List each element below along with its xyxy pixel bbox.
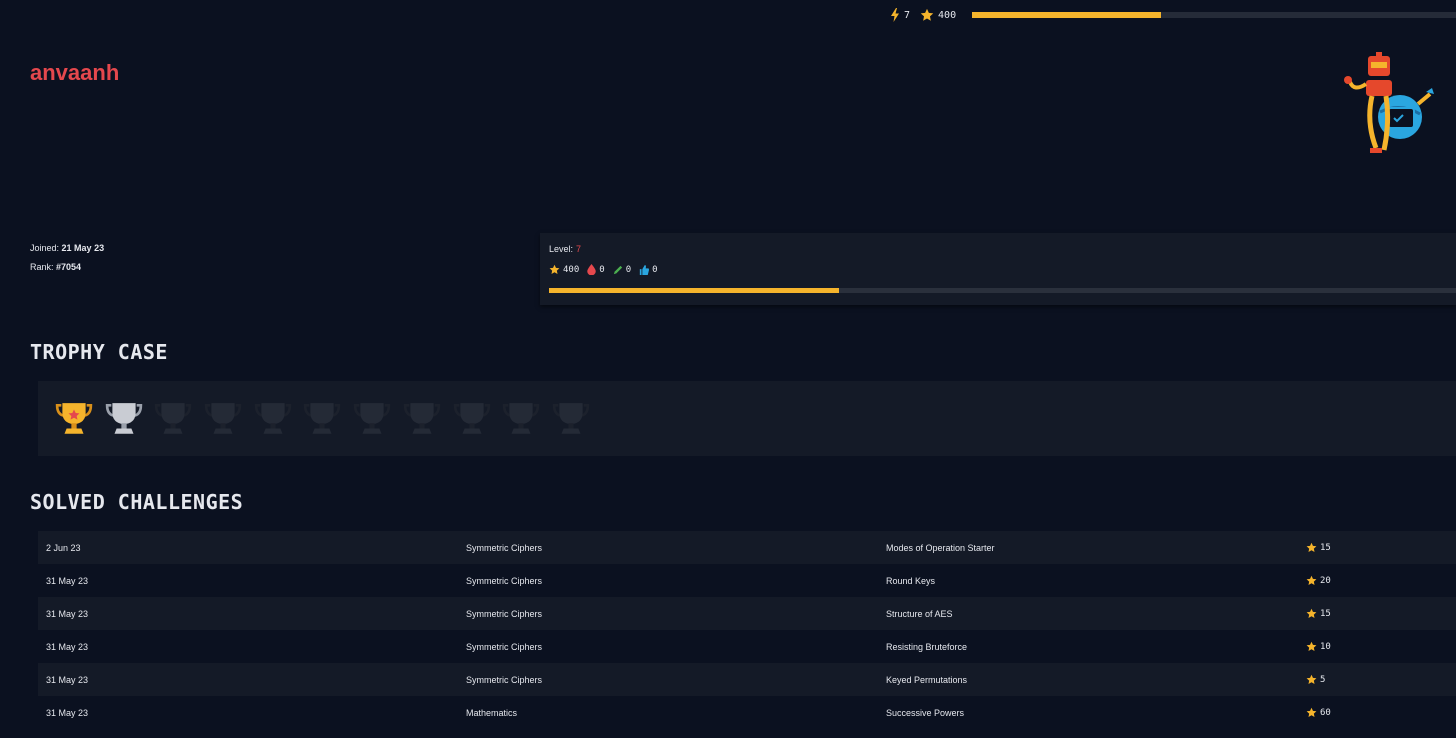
username: anvaanh (30, 60, 120, 85)
trophy-locked-icon[interactable] (551, 399, 591, 439)
level-value: 7 (576, 244, 582, 254)
row-challenge-name[interactable]: Successive Powers (878, 708, 1298, 718)
rank-label: Rank: (30, 262, 54, 272)
trophy-gold-icon[interactable] (54, 399, 94, 439)
row-points: 15 (1298, 542, 1331, 553)
star-icon (1306, 542, 1317, 552)
row-challenge-name[interactable]: Resisting Bruteforce (878, 642, 1298, 652)
row-points-value: 15 (1320, 608, 1331, 619)
row-category[interactable]: Symmetric Ciphers (458, 675, 878, 685)
level-stats: 400 0 0 0 (549, 264, 666, 275)
solved-challenges-title: SOLVED CHALLENGES (30, 490, 244, 514)
row-category[interactable]: Symmetric Ciphers (458, 576, 878, 586)
level-progress-fill (549, 288, 840, 293)
likes-value: 0 (652, 264, 658, 275)
table-row[interactable]: 31 May 23 Symmetric Ciphers Round Keys 2… (38, 564, 1456, 597)
xp-progress-bar (972, 12, 1456, 18)
row-date: 31 May 23 (46, 674, 89, 685)
likes-stat: 0 (639, 264, 658, 275)
row-date: 31 May 23 (46, 608, 89, 619)
row-challenge-name[interactable]: Modes of Operation Starter (878, 543, 1298, 553)
star-icon (1306, 674, 1317, 684)
solved-challenges-table: 2 Jun 23 Symmetric Ciphers Modes of Oper… (38, 531, 1456, 729)
row-points: 5 (1298, 674, 1325, 685)
trophy-locked-icon[interactable] (153, 399, 193, 439)
trophy-locked-icon[interactable] (302, 399, 342, 439)
top-stats-bar: 7 400 (890, 6, 1456, 24)
level-progress-bar (549, 288, 1456, 293)
row-points: 15 (1298, 608, 1331, 619)
table-row[interactable]: 31 May 23 Symmetric Ciphers Resisting Br… (38, 630, 1456, 663)
row-challenge-name[interactable]: Keyed Permutations (878, 675, 1298, 685)
row-category[interactable]: Symmetric Ciphers (458, 609, 878, 619)
trophy-silver-icon[interactable] (104, 399, 144, 439)
lightning-icon (891, 8, 899, 22)
table-row[interactable]: 31 May 23 Mathematics Successive Powers … (38, 696, 1456, 729)
table-row[interactable]: 31 May 23 Symmetric Ciphers Structure of… (38, 597, 1456, 630)
row-points-value: 20 (1320, 575, 1331, 586)
row-points-value: 15 (1320, 542, 1331, 553)
star-icon (1306, 707, 1317, 717)
level-points-stat: 400 (549, 264, 579, 275)
row-points: 10 (1298, 641, 1331, 652)
rank-value: #7054 (56, 262, 82, 272)
star-icon (549, 264, 560, 274)
profile-meta: Joined: 21 May 23 Rank: #7054 (30, 239, 104, 277)
row-challenge-name[interactable]: Structure of AES (878, 609, 1298, 619)
row-date: 31 May 23 (46, 641, 89, 652)
trophy-locked-icon[interactable] (253, 399, 293, 439)
trophy-locked-icon[interactable] (352, 399, 392, 439)
row-category[interactable]: Symmetric Ciphers (458, 642, 878, 652)
level-points: 400 (563, 264, 580, 275)
xp-progress-fill (972, 12, 1161, 18)
joined-label: Joined: (30, 243, 60, 253)
joined-date: 21 May 23 (61, 243, 105, 253)
points-stat: 400 (920, 8, 956, 22)
robot-avatar (1344, 52, 1434, 153)
joined-row: Joined: 21 May 23 (30, 239, 104, 258)
posts-stat: 0 (613, 265, 631, 275)
posts-value: 0 (625, 264, 632, 275)
trophy-locked-icon[interactable] (452, 399, 492, 439)
bloods-stat: 0 (587, 264, 605, 275)
star-icon (1306, 575, 1317, 585)
rank-row: Rank: #7054 (30, 258, 104, 277)
level-card: Level: 7 400 0 0 0 (540, 233, 1456, 305)
streak-stat: 7 (890, 8, 910, 22)
star-icon (1306, 641, 1317, 651)
row-date: 31 May 23 (46, 707, 89, 718)
row-challenge-name[interactable]: Round Keys (878, 576, 1298, 586)
table-row[interactable]: 31 May 23 Symmetric Ciphers Keyed Permut… (38, 663, 1456, 696)
blood-drop-icon (587, 264, 596, 275)
profile-page: 7 400 anvaanh Joined: 21 May 23 Rank: #7… (0, 0, 1456, 738)
trophy-case (38, 381, 1456, 456)
table-row[interactable]: 2 Jun 23 Symmetric Ciphers Modes of Oper… (38, 531, 1456, 564)
star-icon (920, 8, 934, 21)
points-value: 400 (938, 9, 957, 21)
level-row: Level: 7 (549, 244, 581, 254)
bloods-value: 0 (599, 264, 605, 275)
row-points-value: 10 (1320, 641, 1331, 652)
thumbs-up-icon (639, 264, 650, 275)
row-category[interactable]: Mathematics (458, 708, 878, 718)
trophy-locked-icon[interactable] (501, 399, 541, 439)
level-label: Level: (549, 244, 574, 254)
trophy-locked-icon[interactable] (203, 399, 243, 439)
row-date: 2 Jun 23 (46, 542, 81, 553)
row-points: 60 (1298, 707, 1331, 718)
trophy-locked-icon[interactable] (402, 399, 442, 439)
row-date: 31 May 23 (46, 575, 89, 586)
pencil-icon (613, 265, 622, 274)
row-points: 20 (1298, 575, 1331, 586)
star-icon (1306, 608, 1317, 618)
trophy-case-title: TROPHY CASE (30, 340, 168, 364)
row-points-value: 60 (1320, 707, 1331, 718)
streak-value: 7 (904, 9, 911, 21)
row-points-value: 5 (1320, 674, 1326, 685)
row-category[interactable]: Symmetric Ciphers (458, 543, 878, 553)
